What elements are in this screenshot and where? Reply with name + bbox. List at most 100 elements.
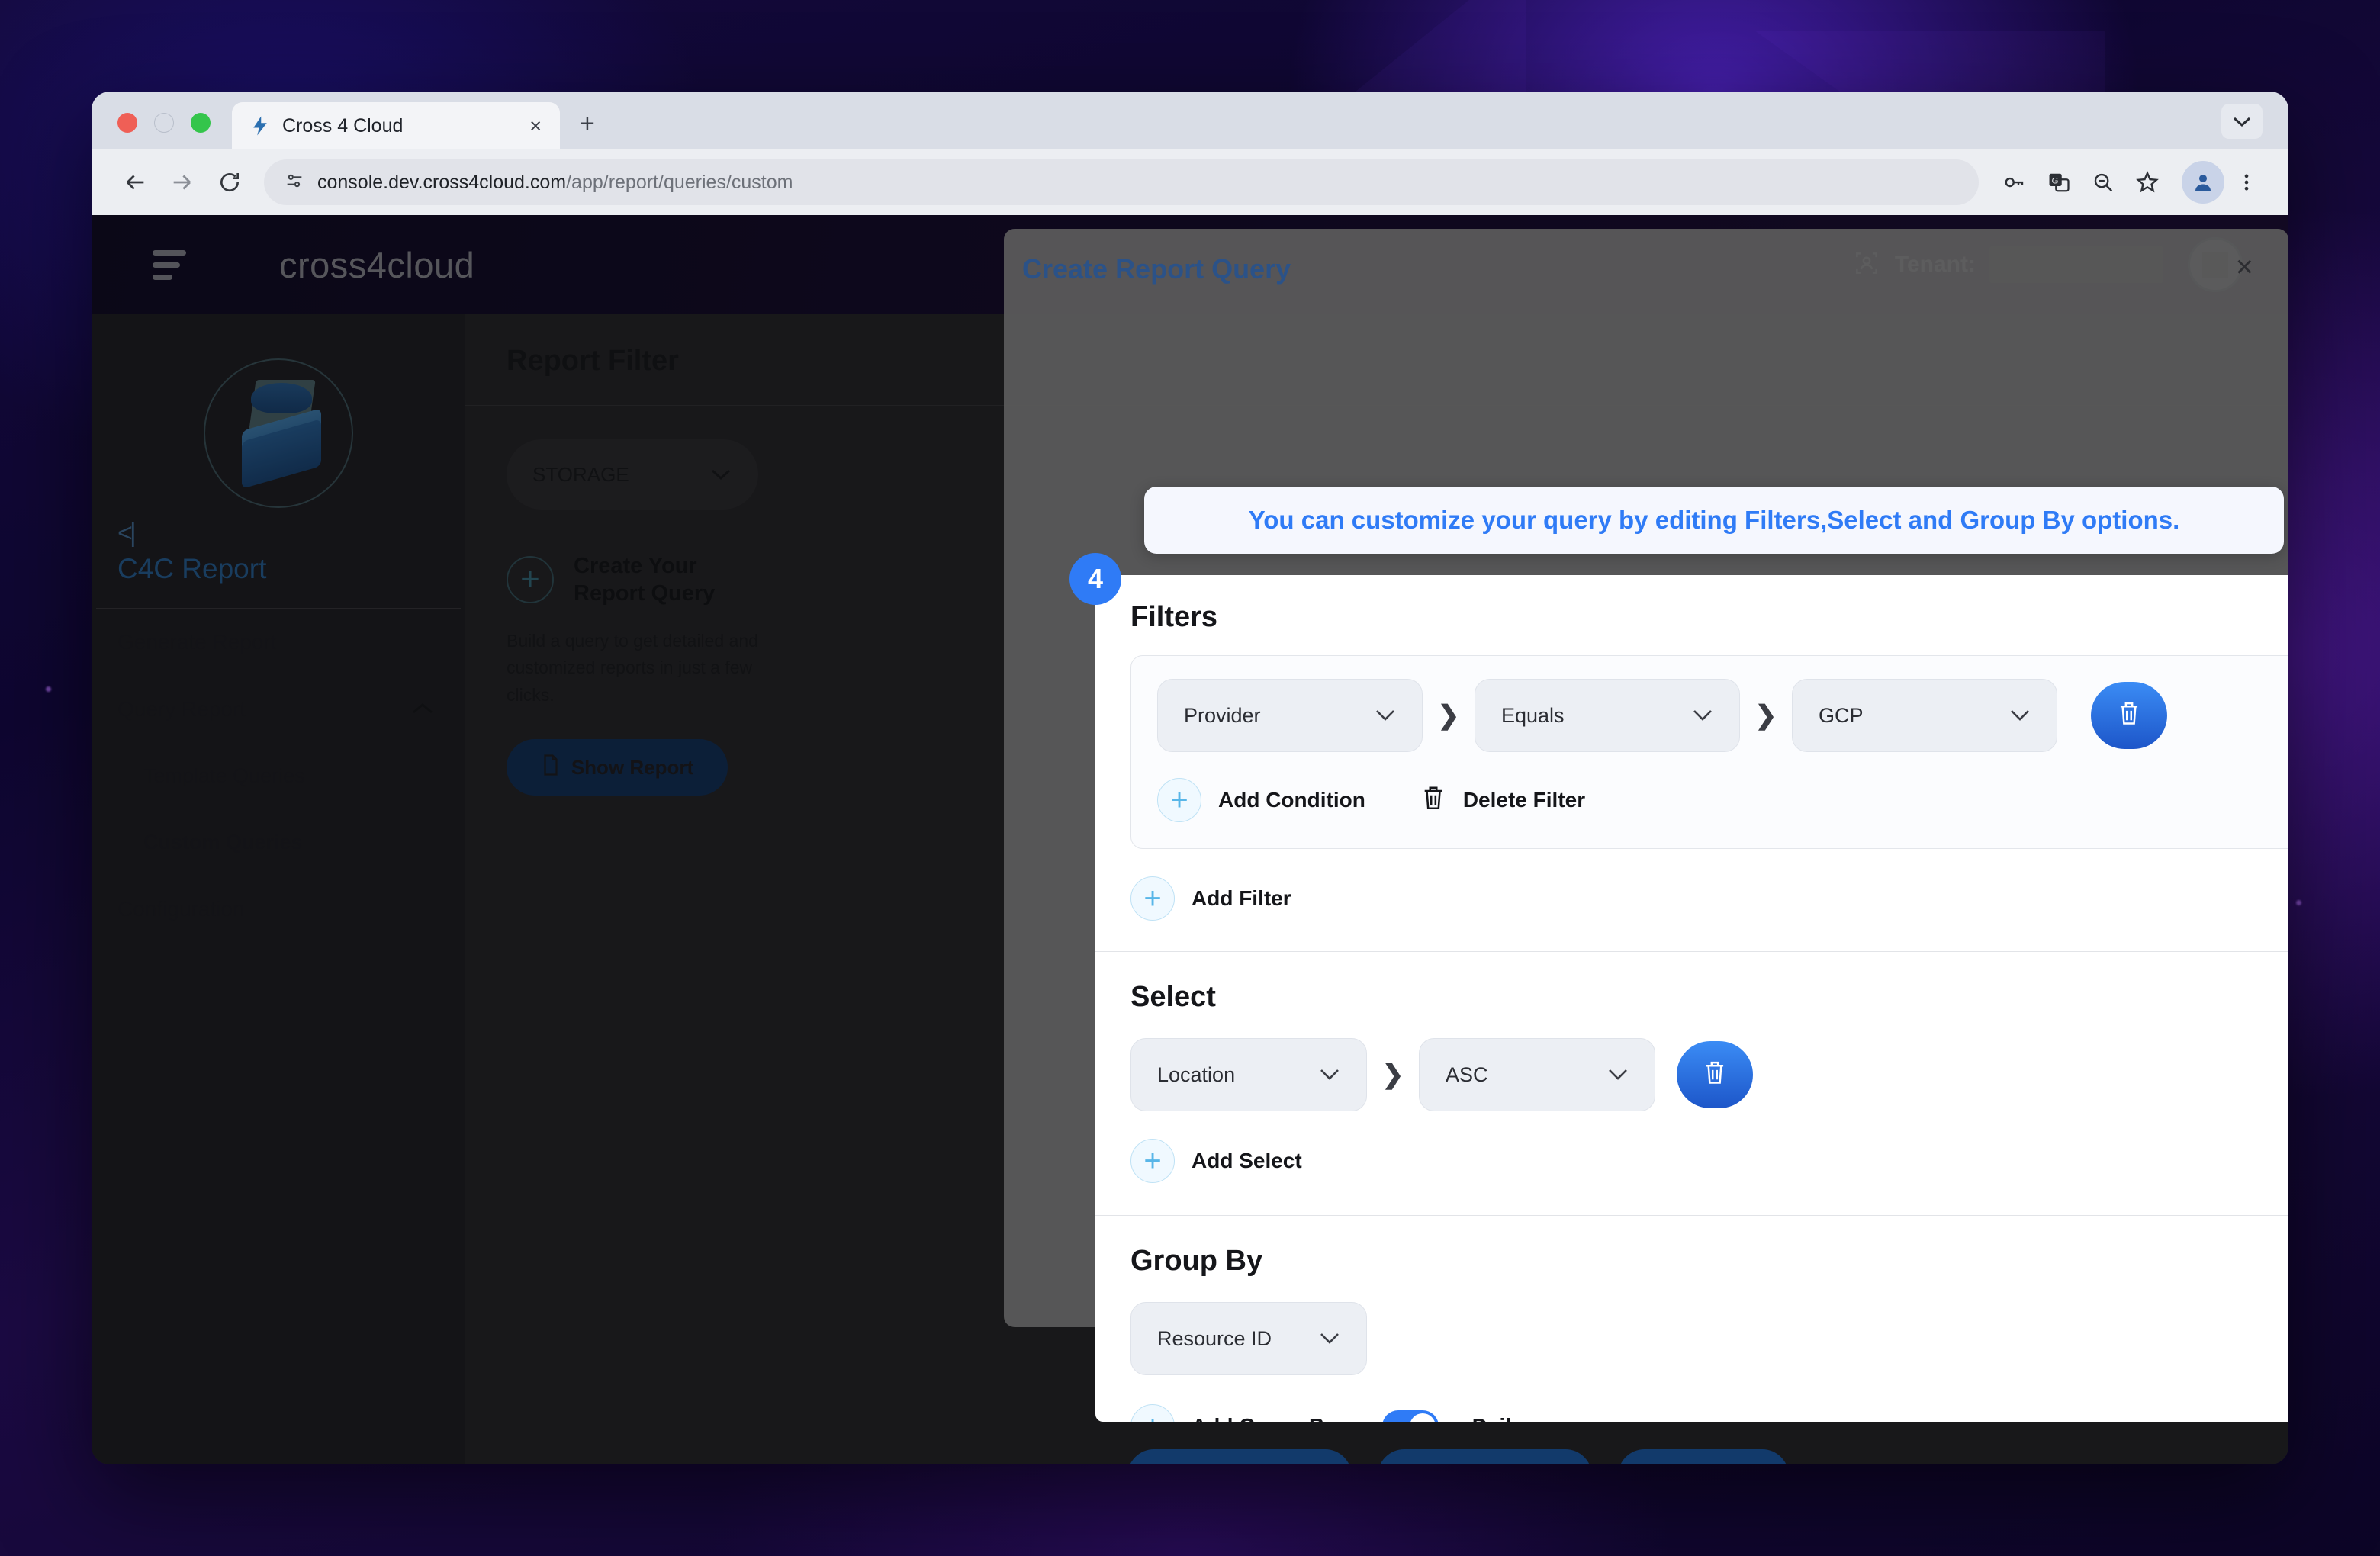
back-icon[interactable] (111, 159, 159, 206)
add-select-button[interactable]: Add Select (1192, 1149, 1302, 1173)
group-by-actions: + Add Group By Daily (1130, 1404, 2288, 1422)
filter-field-dropdown[interactable]: Provider (1157, 679, 1423, 752)
plus-icon[interactable]: + (507, 556, 554, 604)
filter-condition-row: Provider ❯ Equals ❯ GCP (1157, 679, 2288, 752)
daily-toggle[interactable] (1381, 1410, 1439, 1422)
chevron-down-icon (1375, 705, 1396, 727)
show-report-button-label: Show Report (571, 755, 694, 779)
trash-icon (2116, 700, 2142, 731)
storage-select[interactable]: STORAGE (507, 439, 758, 510)
add-filter-button[interactable]: Add Filter (1192, 886, 1291, 911)
export-report-button[interactable]: Export Report (1127, 1449, 1352, 1464)
delete-filter-button[interactable]: Delete Filter (1463, 788, 1585, 812)
filter-card: Provider ❯ Equals ❯ GCP + Add Condition … (1130, 655, 2288, 849)
filter-field-value: Provider (1184, 703, 1261, 727)
select-order-value: ASC (1446, 1063, 1488, 1086)
plus-icon[interactable]: + (1157, 778, 1201, 822)
delete-condition-button[interactable] (2091, 682, 2167, 749)
chevron-down-icon[interactable] (2221, 104, 2263, 139)
daily-toggle-label: Daily (1472, 1414, 1523, 1422)
brand-logo: cross4cloud (279, 244, 475, 285)
delete-select-button[interactable] (1677, 1041, 1753, 1108)
upload-icon (1156, 1463, 1175, 1464)
sidebar-item-template-queries[interactable]: Template Queries (92, 743, 465, 809)
chevron-down-icon (2009, 705, 2031, 727)
sidebar: <| C4C Report Generate Report Query Repo… (92, 314, 465, 1464)
address-bar[interactable]: console.dev.cross4cloud.com/app/report/q… (264, 159, 1979, 205)
modal-show-report-button-label: Show Report (1436, 1464, 1563, 1465)
group-by-section: Group By Resource ID + Add Group By Dail… (1095, 1216, 2288, 1422)
sidebar-item-custom-queries[interactable]: Custom Queries (92, 809, 465, 876)
plus-icon[interactable]: + (1130, 876, 1175, 921)
site-settings-icon[interactable] (284, 170, 305, 195)
kebab-menu-icon[interactable] (2224, 160, 2269, 204)
plus-icon[interactable]: + (1130, 1404, 1175, 1422)
plus-icon[interactable]: + (1130, 1139, 1175, 1183)
wallpaper-spark (46, 686, 51, 692)
maximize-window-button[interactable] (191, 113, 211, 133)
document-icon (541, 754, 561, 782)
sidebar-item-query-report[interactable]: Query Report (92, 676, 465, 743)
select-field-dropdown[interactable]: Location (1130, 1038, 1367, 1111)
filter-operator-dropdown[interactable]: Equals (1475, 679, 1740, 752)
save-query-button[interactable]: Save Query (1617, 1449, 1790, 1465)
report-illustration-icon (204, 358, 353, 508)
address-bar-url: console.dev.cross4cloud.com/app/report/q… (317, 171, 793, 193)
zoom-out-icon[interactable] (2081, 160, 2125, 204)
onboarding-tooltip-text: You can customize your query by editing … (1248, 506, 2180, 534)
filters-section: Filters Provider ❯ Equals ❯ GCP + Add Co… (1095, 575, 2288, 921)
chevron-down-icon (1607, 1064, 1629, 1086)
sidebar-item-configuration[interactable]: Configuration (92, 876, 465, 943)
document-icon (1407, 1463, 1425, 1464)
select-order-dropdown[interactable]: ASC (1419, 1038, 1655, 1111)
separator-chevron-icon: ❯ (1381, 1060, 1404, 1089)
chevron-up-icon (410, 698, 435, 722)
browser-window: Cross 4 Cloud × + console.dev.cross4clou… (92, 92, 2288, 1464)
svg-text:G: G (2052, 176, 2059, 185)
close-window-button[interactable] (117, 113, 137, 133)
show-report-button[interactable]: Show Report (507, 739, 728, 796)
add-group-by-button[interactable]: Add Group By (1192, 1414, 1336, 1422)
translate-icon[interactable]: G (2037, 160, 2081, 204)
profile-icon[interactable] (2182, 161, 2224, 204)
save-query-button-label: Save Query (1647, 1464, 1761, 1465)
filter-operand-dropdown[interactable]: GCP (1792, 679, 2057, 752)
wallpaper-spark (2296, 900, 2301, 905)
browser-tab[interactable]: Cross 4 Cloud × (232, 102, 560, 149)
minimize-window-button[interactable] (154, 113, 174, 133)
chevron-down-icon (709, 463, 732, 487)
key-icon[interactable] (1992, 160, 2037, 204)
group-by-field-dropdown[interactable]: Resource ID (1130, 1302, 1367, 1375)
filter-operator-value: Equals (1501, 703, 1565, 727)
create-card-title: Create Your Report Query (574, 554, 716, 606)
chevron-down-icon (1319, 1328, 1340, 1350)
add-filter-row: + Add Filter (1130, 876, 2288, 921)
hamburger-icon[interactable] (153, 249, 186, 280)
cross4cloud-logo-icon (249, 114, 272, 137)
select-field-value: Location (1157, 1063, 1236, 1086)
modal-footer: Export Report Show Report Save Query (1127, 1449, 1790, 1465)
create-card-description: Build a query to get detailed and custom… (507, 630, 758, 705)
chevron-down-icon (1692, 705, 1713, 727)
step-badge: 4 (1069, 553, 1121, 605)
add-condition-button[interactable]: Add Condition (1218, 788, 1365, 812)
close-icon[interactable]: × (2236, 252, 2253, 282)
sidebar-collapse-button[interactable]: <| (92, 508, 465, 548)
forward-icon[interactable] (159, 159, 206, 206)
storage-select-value: STORAGE (532, 462, 629, 486)
select-heading: Select (1130, 981, 1216, 1013)
close-icon[interactable]: × (525, 115, 546, 137)
modal-show-report-button[interactable]: Show Report (1378, 1449, 1592, 1464)
bookmark-star-icon[interactable] (2125, 160, 2169, 204)
new-tab-button[interactable]: + (580, 109, 595, 139)
window-traffic-lights (92, 113, 232, 149)
reload-icon[interactable] (206, 159, 253, 206)
trash-icon (1702, 1059, 1728, 1091)
sidebar-item-label: Generate Report (117, 630, 277, 654)
query-builder-panel: Filters Provider ❯ Equals ❯ GCP + Add Co… (1095, 575, 2288, 1422)
separator-chevron-icon: ❯ (1437, 701, 1460, 730)
trash-icon[interactable] (1420, 784, 1446, 817)
onboarding-tooltip: You can customize your query by editing … (1144, 487, 2284, 554)
group-by-heading: Group By (1130, 1245, 1263, 1277)
sidebar-item-generate-report[interactable]: Generate Report (92, 609, 465, 676)
